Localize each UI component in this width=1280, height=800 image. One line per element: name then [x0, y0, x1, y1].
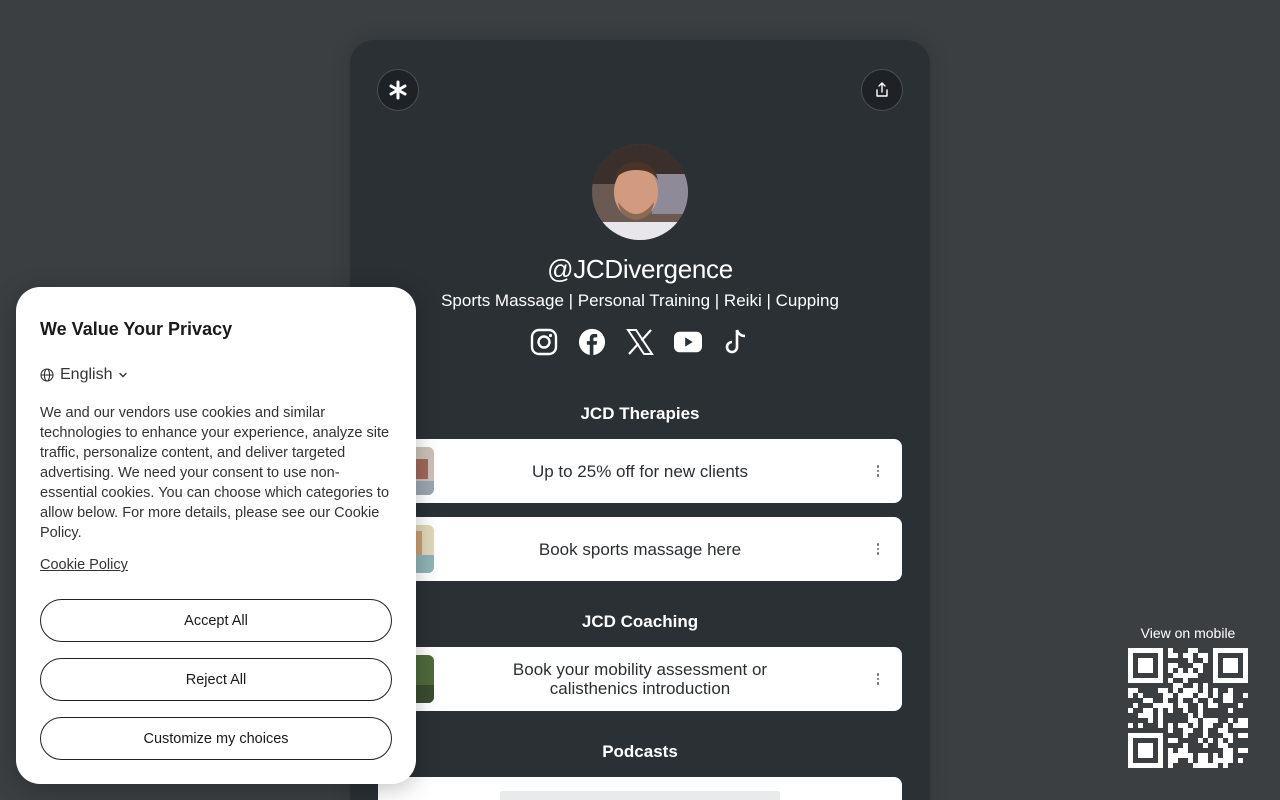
- podcast-placeholder: [500, 791, 780, 800]
- bio: Sports Massage | Personal Training | Rei…: [441, 291, 839, 310]
- link-new-clients[interactable]: Up to 25% off for new clients: [378, 439, 902, 503]
- asterisk-icon: [389, 80, 407, 100]
- accept-all-button[interactable]: Accept All: [40, 599, 392, 642]
- more-options-icon[interactable]: [870, 463, 886, 479]
- view-on-mobile-label: View on mobile: [1140, 625, 1236, 641]
- link-book-sports-massage[interactable]: Book sports massage here: [378, 517, 902, 581]
- more-options-icon[interactable]: [870, 671, 886, 687]
- linktree-logo-button[interactable]: [377, 69, 419, 111]
- avatar: [592, 144, 688, 240]
- podcast-embed[interactable]: [378, 777, 902, 800]
- chevron-down-icon: [119, 372, 128, 378]
- x-icon[interactable]: [626, 328, 654, 356]
- link-label: Up to 25% off for new clients: [531, 461, 749, 481]
- privacy-modal: We Value Your Privacy English We and our…: [16, 287, 416, 784]
- section-heading-coaching: JCD Coaching: [581, 612, 699, 631]
- section-heading-podcasts: Podcasts: [602, 742, 678, 761]
- link-label: Book sports massage here: [538, 539, 742, 559]
- share-icon: [876, 82, 888, 97]
- cookie-policy-link[interactable]: Cookie Policy: [40, 557, 128, 573]
- globe-icon: [40, 368, 54, 382]
- customize-choices-button[interactable]: Customize my choices: [40, 717, 392, 760]
- language-label: English: [60, 366, 113, 383]
- section-heading-therapies: JCD Therapies: [580, 404, 700, 423]
- profile-card: @JCDivergence Sports Massage | Personal …: [350, 40, 930, 800]
- link-mobility-assessment[interactable]: Book your mobility assessment or calisth…: [378, 647, 902, 711]
- privacy-title: We Value Your Privacy: [40, 319, 233, 339]
- instagram-icon[interactable]: [530, 328, 558, 356]
- facebook-icon[interactable]: [578, 328, 606, 356]
- privacy-body: We and our vendors use cookies and simil…: [40, 405, 390, 541]
- reject-all-button[interactable]: Reject All: [40, 658, 392, 701]
- share-button[interactable]: [861, 69, 903, 111]
- qr-code[interactable]: [1128, 648, 1248, 768]
- more-options-icon[interactable]: [870, 541, 886, 557]
- username: @JCDivergence: [547, 254, 733, 284]
- link-label: Book your mobility assessment or calisth…: [512, 660, 768, 698]
- social-links: [350, 328, 930, 356]
- language-selector[interactable]: English: [40, 366, 128, 384]
- youtube-icon[interactable]: [674, 328, 702, 356]
- tiktok-icon[interactable]: [722, 328, 750, 356]
